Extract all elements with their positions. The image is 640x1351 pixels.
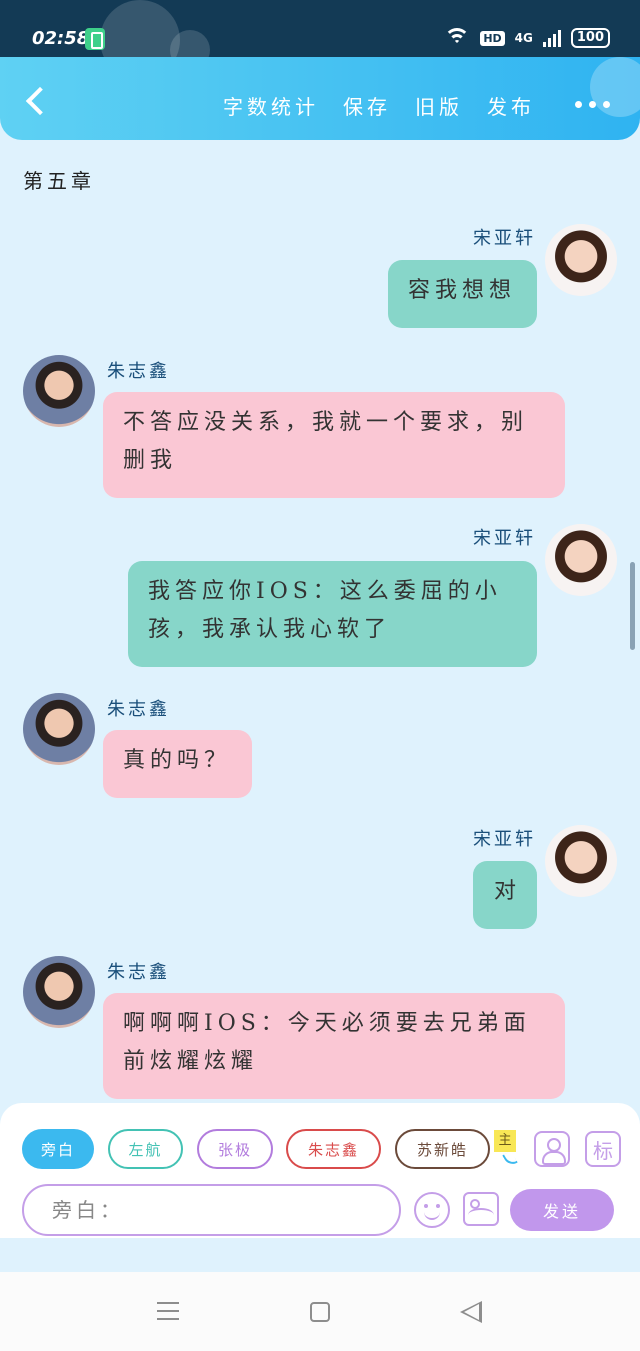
message-bubble[interactable]: 不答应没关系，我就一个要求，别删我	[103, 392, 565, 498]
decoration	[590, 57, 640, 117]
app-notification-icon	[85, 28, 105, 50]
role-chip-suxinhao[interactable]: 苏新皓	[395, 1129, 490, 1169]
emoji-icon[interactable]	[414, 1192, 450, 1228]
chapter-title: 第五章	[23, 169, 95, 193]
avatar[interactable]	[545, 224, 617, 296]
sender-name: 朱志鑫	[107, 699, 170, 720]
label-button[interactable]: 标	[585, 1131, 621, 1167]
header: 字数统计 保存 旧版 发布	[0, 57, 640, 140]
old-version-button[interactable]: 旧版	[415, 91, 463, 120]
role-chip-zhuzhixin[interactable]: 朱志鑫	[286, 1129, 381, 1169]
message-bubble[interactable]: 我答应你IOS：这么委屈的小孩，我承认我心软了	[128, 561, 537, 667]
signal-icon	[542, 29, 561, 47]
word-count-button[interactable]: 字数统计	[223, 91, 319, 120]
message-bubble[interactable]: 对	[473, 861, 537, 929]
home-icon[interactable]	[310, 1302, 330, 1322]
avatar[interactable]	[23, 693, 95, 765]
back-button[interactable]	[22, 87, 48, 113]
avatar[interactable]	[23, 355, 95, 427]
status-time: 02:58	[32, 28, 90, 49]
save-button[interactable]: 保存	[343, 91, 391, 120]
back-icon[interactable]	[460, 1301, 482, 1323]
role-chip-narrator[interactable]: 旁白	[22, 1129, 94, 1169]
image-icon[interactable]	[463, 1192, 499, 1226]
send-button[interactable]: 发送	[510, 1189, 614, 1231]
sender-name: 朱志鑫	[107, 962, 170, 983]
role-chip-zhangji[interactable]: 张极	[197, 1129, 273, 1169]
more-options-button[interactable]	[575, 101, 610, 108]
message-bubble[interactable]: 容我想想	[388, 260, 537, 328]
hd-badge: HD	[480, 30, 505, 46]
sender-name: 朱志鑫	[107, 361, 170, 382]
wifi-icon	[444, 28, 471, 48]
menu-icon[interactable]	[157, 1302, 179, 1320]
system-nav-bar	[0, 1272, 640, 1351]
main-role-tag: 主	[494, 1130, 516, 1152]
header-actions: 字数统计 保存 旧版 发布	[223, 91, 535, 120]
avatar[interactable]	[545, 825, 617, 897]
publish-button[interactable]: 发布	[487, 91, 535, 120]
battery-icon: 100	[570, 28, 610, 48]
sender-name: 宋亚轩	[473, 829, 536, 850]
network-label: 4G	[514, 31, 533, 45]
scrollbar[interactable]	[630, 562, 635, 650]
message-input[interactable]: 旁白：	[22, 1184, 401, 1236]
role-chip-zuohang[interactable]: 左航	[108, 1129, 183, 1169]
message-bubble[interactable]: 真的吗？	[103, 730, 252, 798]
sender-name: 宋亚轩	[473, 228, 536, 249]
status-bar: 02:58 HD 4G 100	[0, 0, 640, 80]
avatar[interactable]	[545, 524, 617, 596]
avatar[interactable]	[23, 956, 95, 1028]
role-card-icon[interactable]	[534, 1131, 570, 1167]
sender-name: 宋亚轩	[473, 528, 536, 549]
message-bubble[interactable]: 啊啊啊IOS：今天必须要去兄弟面前炫耀炫耀	[103, 993, 565, 1099]
